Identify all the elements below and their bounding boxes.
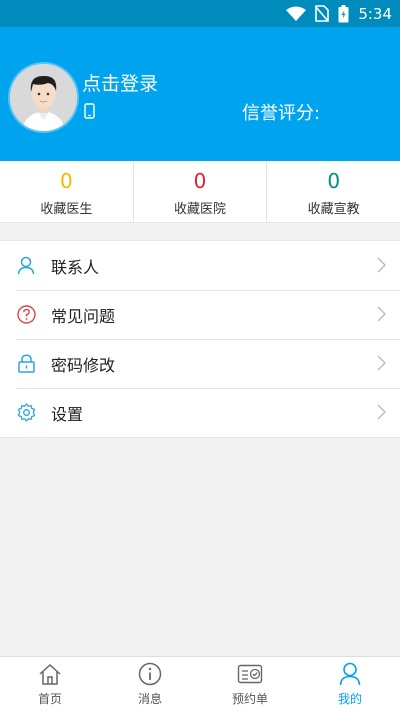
menu-item-label: 设置 xyxy=(51,404,84,424)
menu-item-label: 密码修改 xyxy=(51,355,116,375)
settings-menu: 联系人 常见问题 密码修改 设置 xyxy=(0,240,400,438)
profile-header: 点击登录 信誉评分: xyxy=(0,27,400,161)
login-link[interactable]: 点击登录 xyxy=(82,69,158,96)
menu-item-contacts[interactable]: 联系人 xyxy=(0,241,400,290)
chevron-right-icon xyxy=(377,355,386,371)
battery-icon xyxy=(338,4,349,22)
wifi-icon xyxy=(286,6,307,21)
tab-profile[interactable]: 我的 xyxy=(300,657,400,711)
question-icon xyxy=(16,305,36,325)
tab-label: 预约单 xyxy=(231,692,268,706)
profile-icon xyxy=(339,661,361,687)
lock-icon xyxy=(16,354,36,374)
menu-item-faq[interactable]: 常见问题 xyxy=(0,290,400,339)
tab-appointments[interactable]: 预约单 xyxy=(200,657,300,711)
no-sim-icon xyxy=(315,5,330,22)
status-icons: 5:34 xyxy=(286,0,392,27)
tab-messages[interactable]: 消息 xyxy=(100,657,200,711)
stat-label: 收藏医生 xyxy=(40,202,93,217)
stat-favorite-hospitals[interactable]: 0 收藏医院 xyxy=(134,161,268,222)
stat-label: 收藏宣教 xyxy=(307,202,360,217)
status-bar: 5:34 xyxy=(0,0,400,27)
appointment-icon xyxy=(237,661,263,687)
chevron-right-icon xyxy=(377,306,386,322)
avatar[interactable] xyxy=(10,64,77,131)
home-icon xyxy=(38,661,62,687)
tab-label: 首页 xyxy=(37,692,62,706)
gear-icon xyxy=(16,403,36,423)
stat-value: 0 xyxy=(59,169,73,193)
stat-value: 0 xyxy=(327,169,341,193)
credit-score-label: 信誉评分: xyxy=(242,103,321,124)
tab-home[interactable]: 首页 xyxy=(0,657,100,711)
clock-time: 5:34 xyxy=(358,4,392,23)
tab-label: 消息 xyxy=(137,692,162,706)
menu-item-settings[interactable]: 设置 xyxy=(0,388,400,437)
chevron-right-icon xyxy=(377,257,386,273)
stat-label: 收藏医院 xyxy=(174,202,227,217)
person-icon xyxy=(16,256,36,276)
phone-icon xyxy=(84,103,95,119)
stat-favorite-doctors[interactable]: 0 收藏医生 xyxy=(0,161,134,222)
stat-value: 0 xyxy=(193,169,207,193)
menu-item-change-password[interactable]: 密码修改 xyxy=(0,339,400,388)
bottom-tab-bar: 首页 消息 预约单 我的 xyxy=(0,656,400,711)
favorites-stats: 0 收藏医生 0 收藏医院 0 收藏宣教 xyxy=(0,161,400,223)
menu-item-label: 常见问题 xyxy=(51,306,116,326)
tab-label: 我的 xyxy=(337,692,362,706)
chevron-right-icon xyxy=(377,404,386,420)
info-icon xyxy=(138,661,162,687)
stat-favorite-education[interactable]: 0 收藏宣教 xyxy=(267,161,400,222)
menu-item-label: 联系人 xyxy=(51,257,100,277)
